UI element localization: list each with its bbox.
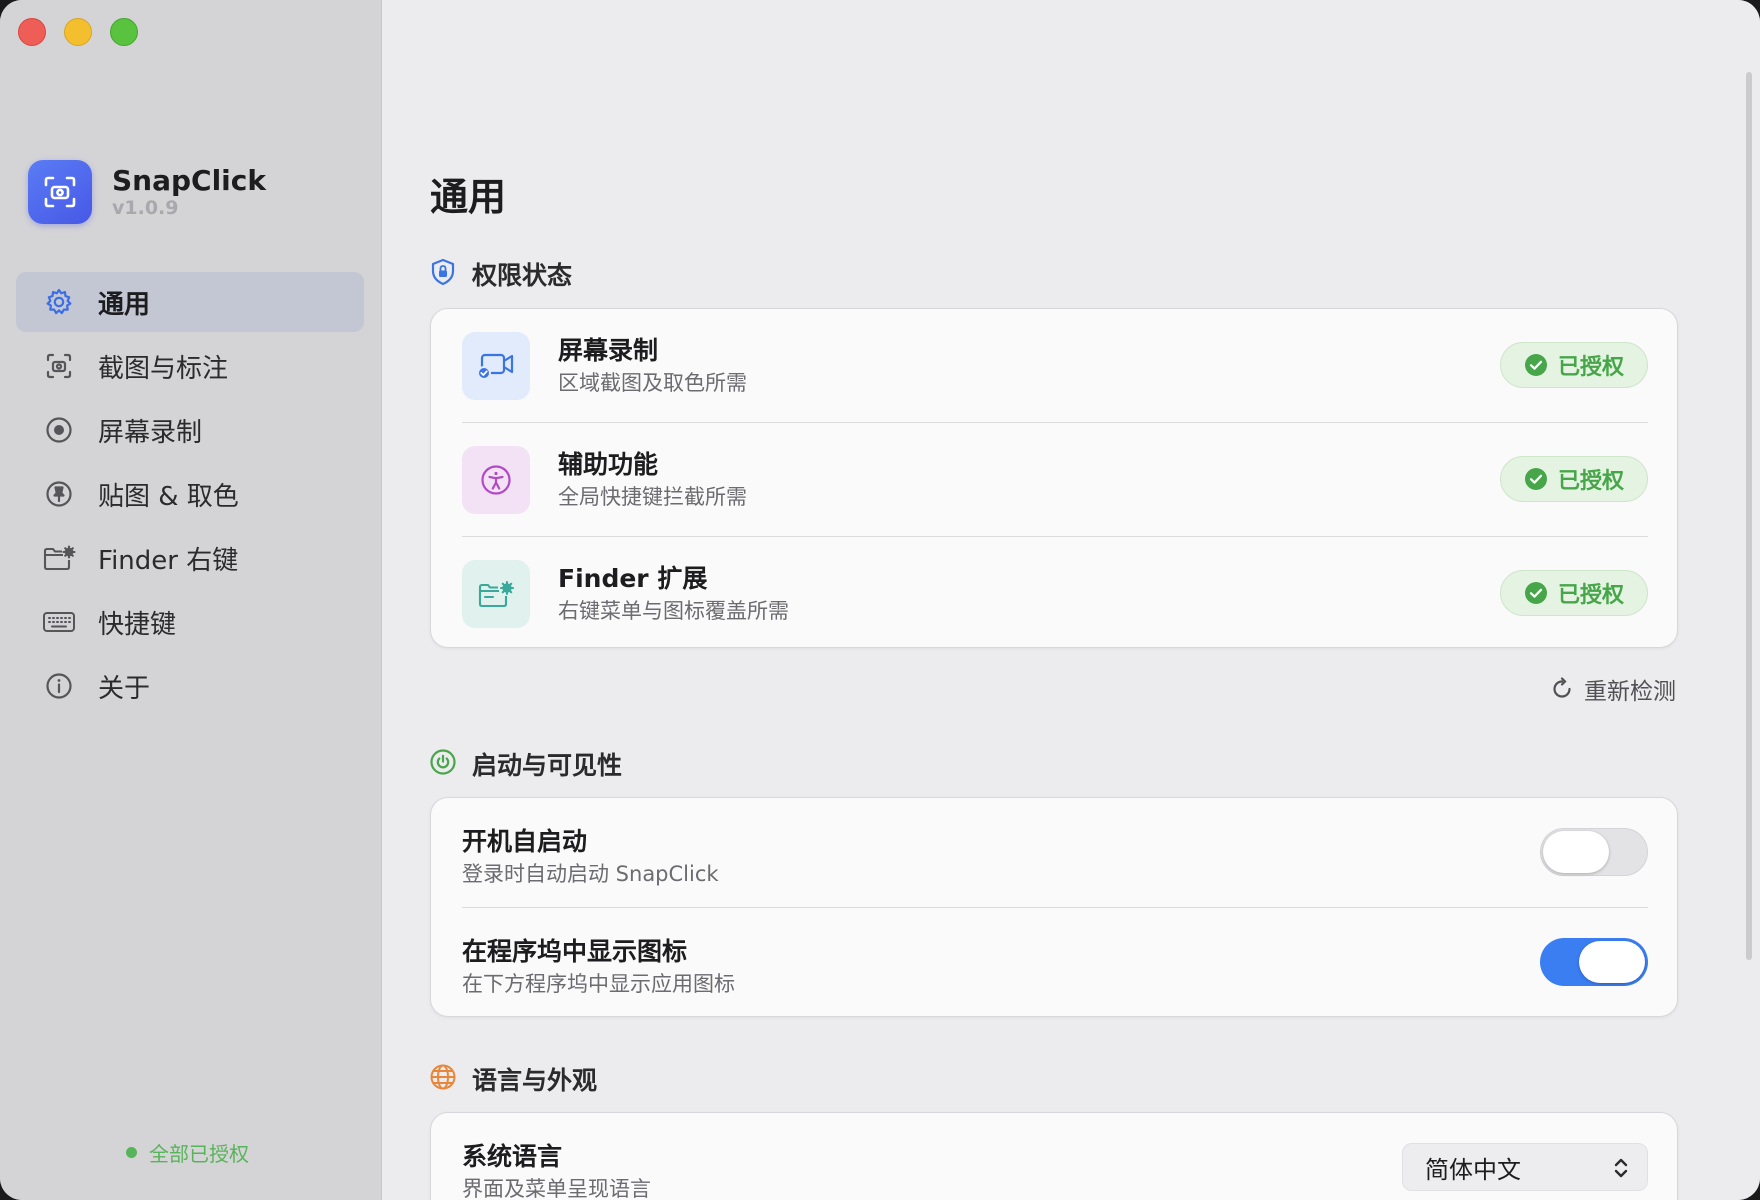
minimize-window-button[interactable] bbox=[64, 18, 92, 46]
page-title: 通用 bbox=[430, 175, 507, 219]
refresh-icon bbox=[1553, 677, 1571, 698]
sidebar-item-screen-recording[interactable]: 屏幕录制 bbox=[16, 400, 364, 460]
sidebar-item-pin-color[interactable]: 贴图 & 取色 bbox=[16, 464, 364, 524]
section-label: 权限状态 bbox=[472, 261, 573, 290]
sidebar-item-label: 截图与标注 bbox=[98, 353, 229, 384]
sidebar-item-finder[interactable]: Finder 右键 bbox=[16, 528, 364, 588]
status-badge-label: 已授权 bbox=[1557, 583, 1624, 608]
sidebar-item-about[interactable]: 关于 bbox=[16, 656, 364, 716]
show-dock-icon-toggle[interactable] bbox=[1540, 938, 1648, 986]
startup-card: 开机自启动 登录时自动启动 SnapClick 在程序坞中显示图标 在下方程序坞… bbox=[430, 797, 1678, 1017]
setting-row-system-language: 系统语言 界面及菜单呈现语言 简体中文 bbox=[462, 1113, 1648, 1200]
check-circle-icon bbox=[1524, 354, 1547, 376]
status-badge-label: 已授权 bbox=[1557, 469, 1624, 494]
main-content: 通用 权限状态 屏幕录制 区域截图及取色所需 已授权 辅助功能 全局快捷键拦截所… bbox=[382, 0, 1760, 1200]
globe-icon bbox=[430, 1064, 456, 1094]
permission-row-finder-extension: Finder 扩展 右键菜单与图标覆盖所需 已授权 bbox=[462, 537, 1648, 651]
language-card: 系统语言 界面及菜单呈现语言 简体中文 bbox=[430, 1112, 1678, 1200]
permission-title: Finder 扩展 bbox=[558, 564, 708, 593]
screenshot-icon bbox=[42, 349, 76, 383]
launch-at-login-toggle[interactable] bbox=[1540, 828, 1648, 876]
permission-row-screen-recording: 屏幕录制 区域截图及取色所需 已授权 bbox=[462, 309, 1648, 423]
recheck-label: 重新检测 bbox=[1584, 679, 1676, 705]
section-startup-heading: 启动与可见性 bbox=[430, 746, 622, 782]
status-badge: 已授权 bbox=[1500, 570, 1648, 616]
setting-subtitle: 在下方程序坞中显示应用图标 bbox=[462, 972, 735, 996]
app-header: SnapClick v1.0.9 bbox=[28, 160, 266, 224]
permission-title: 辅助功能 bbox=[558, 450, 659, 479]
record-icon bbox=[42, 413, 76, 447]
close-window-button[interactable] bbox=[18, 18, 46, 46]
power-icon bbox=[430, 749, 456, 779]
folder-gear-icon bbox=[42, 541, 76, 575]
sidebar-item-label: 快捷键 bbox=[98, 609, 177, 640]
recheck-button[interactable]: 重新检测 bbox=[1550, 672, 1676, 706]
permission-subtitle: 区域截图及取色所需 bbox=[558, 371, 747, 395]
setting-subtitle: 登录时自动启动 SnapClick bbox=[462, 862, 719, 886]
shield-icon bbox=[430, 258, 456, 290]
section-permissions-heading: 权限状态 bbox=[430, 256, 572, 292]
permission-subtitle: 右键菜单与图标覆盖所需 bbox=[558, 599, 789, 623]
status-badge: 已授权 bbox=[1500, 456, 1648, 502]
gear-icon bbox=[42, 285, 76, 319]
app-window: SnapClick v1.0.9 通用 截图与标注 屏幕录制 贴图 & 取色 F… bbox=[0, 0, 1760, 1200]
setting-subtitle: 界面及菜单呈现语言 bbox=[462, 1177, 651, 1200]
toggle-knob bbox=[1579, 941, 1645, 983]
permissions-card: 屏幕录制 区域截图及取色所需 已授权 辅助功能 全局快捷键拦截所需 已授权 Fi… bbox=[430, 308, 1678, 648]
keyboard-icon bbox=[42, 605, 76, 639]
language-select[interactable]: 简体中文 bbox=[1402, 1143, 1648, 1191]
sidebar-item-label: 屏幕录制 bbox=[98, 417, 203, 448]
permission-row-accessibility: 辅助功能 全局快捷键拦截所需 已授权 bbox=[462, 423, 1648, 537]
sidebar-item-screenshot[interactable]: 截图与标注 bbox=[16, 336, 364, 396]
sidebar-item-label: 贴图 & 取色 bbox=[98, 481, 239, 512]
auth-status: 全部已授权 bbox=[126, 1138, 249, 1167]
section-language-heading: 语言与外观 bbox=[430, 1061, 597, 1097]
sidebar-item-shortcuts[interactable]: 快捷键 bbox=[16, 592, 364, 652]
info-icon bbox=[42, 669, 76, 703]
app-name: SnapClick bbox=[112, 164, 266, 197]
toggle-knob bbox=[1543, 831, 1609, 873]
zoom-window-button[interactable] bbox=[110, 18, 138, 46]
sidebar: SnapClick v1.0.9 通用 截图与标注 屏幕录制 贴图 & 取色 F… bbox=[0, 0, 382, 1200]
pin-icon bbox=[42, 477, 76, 511]
app-version: v1.0.9 bbox=[112, 197, 179, 219]
status-badge: 已授权 bbox=[1500, 342, 1648, 388]
permission-title: 屏幕录制 bbox=[558, 336, 659, 365]
scrollbar[interactable] bbox=[1746, 72, 1752, 960]
folder-gear-icon bbox=[462, 560, 530, 628]
app-logo-icon bbox=[28, 160, 92, 224]
sidebar-item-general[interactable]: 通用 bbox=[16, 272, 364, 332]
setting-title: 系统语言 bbox=[462, 1142, 563, 1171]
sidebar-item-label: 通用 bbox=[98, 289, 151, 320]
check-circle-icon bbox=[1524, 582, 1547, 604]
window-controls bbox=[18, 18, 138, 46]
permission-subtitle: 全局快捷键拦截所需 bbox=[558, 485, 747, 509]
status-dot-icon bbox=[126, 1147, 137, 1158]
setting-title: 开机自启动 bbox=[462, 827, 588, 856]
setting-row-launch-at-login: 开机自启动 登录时自动启动 SnapClick bbox=[462, 798, 1648, 908]
accessibility-icon bbox=[462, 446, 530, 514]
language-select-value: 简体中文 bbox=[1425, 1155, 1521, 1184]
sidebar-nav: 通用 截图与标注 屏幕录制 贴图 & 取色 Finder 右键 快捷键 关于 bbox=[16, 272, 364, 720]
status-badge-label: 已授权 bbox=[1557, 355, 1624, 380]
setting-title: 在程序坞中显示图标 bbox=[462, 937, 688, 966]
section-label: 语言与外观 bbox=[472, 1066, 598, 1095]
auth-status-label: 全部已授权 bbox=[149, 1142, 249, 1166]
check-circle-icon bbox=[1524, 468, 1547, 490]
chevron-up-down-icon bbox=[1614, 1158, 1628, 1178]
setting-row-show-dock-icon: 在程序坞中显示图标 在下方程序坞中显示应用图标 bbox=[462, 908, 1648, 1018]
sidebar-item-label: 关于 bbox=[98, 673, 151, 704]
sidebar-item-label: Finder 右键 bbox=[98, 545, 239, 576]
section-label: 启动与可见性 bbox=[472, 751, 623, 780]
camera-record-icon bbox=[462, 332, 530, 400]
